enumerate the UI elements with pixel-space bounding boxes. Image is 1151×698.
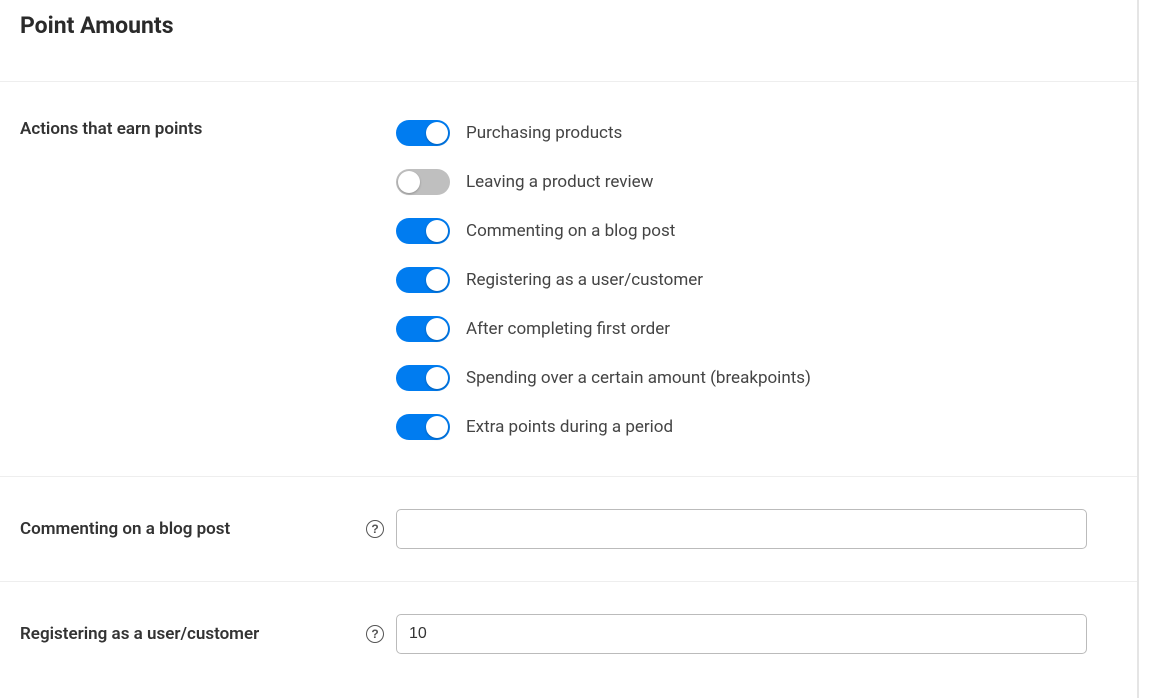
toggle-label-purchasing-products: Purchasing products [466,123,622,143]
help-icon[interactable]: ? [366,520,384,538]
toggle-knob [426,122,448,144]
field-commenting-blog-label: Commenting on a blog post [20,519,354,539]
toggle-purchasing-products[interactable] [396,120,450,146]
toggle-leaving-review[interactable] [396,169,450,195]
toggle-label-spending-breakpoints: Spending over a certain amount (breakpoi… [466,368,811,388]
toggle-knob [398,171,420,193]
toggle-label-first-order: After completing first order [466,319,670,339]
toggle-knob [426,269,448,291]
actions-section-label: Actions that earn points [20,118,350,140]
actions-section: Actions that earn points Purchasing prod… [20,82,1117,476]
toggle-row-spending-breakpoints: Spending over a certain amount (breakpoi… [396,365,1117,391]
toggle-commenting-blog[interactable] [396,218,450,244]
toggle-row-leaving-review: Leaving a product review [396,169,1117,195]
registering-user-input[interactable] [396,614,1087,654]
toggle-row-commenting-blog: Commenting on a blog post [396,218,1117,244]
toggle-row-registering-user: Registering as a user/customer [396,267,1117,293]
commenting-blog-input[interactable] [396,509,1087,549]
field-registering-user: Registering as a user/customer ? [20,582,1117,686]
toggle-row-purchasing-products: Purchasing products [396,120,1117,146]
toggle-label-leaving-review: Leaving a product review [466,172,653,192]
field-registering-user-label: Registering as a user/customer [20,624,354,644]
toggle-label-extra-points-period: Extra points during a period [466,417,673,437]
actions-toggle-list: Purchasing products Leaving a product rev… [360,118,1117,440]
toggle-label-registering-user: Registering as a user/customer [466,270,703,290]
toggle-label-commenting-blog: Commenting on a blog post [466,221,675,241]
field-commenting-blog: Commenting on a blog post ? [20,477,1117,581]
toggle-spending-breakpoints[interactable] [396,365,450,391]
page-title: Point Amounts [20,0,1117,81]
toggle-knob [426,318,448,340]
toggle-knob [426,220,448,242]
toggle-row-extra-points-period: Extra points during a period [396,414,1117,440]
toggle-knob [426,416,448,438]
toggle-row-first-order: After completing first order [396,316,1117,342]
toggle-first-order[interactable] [396,316,450,342]
toggle-extra-points-period[interactable] [396,414,450,440]
help-icon[interactable]: ? [366,625,384,643]
toggle-registering-user[interactable] [396,267,450,293]
toggle-knob [426,367,448,389]
